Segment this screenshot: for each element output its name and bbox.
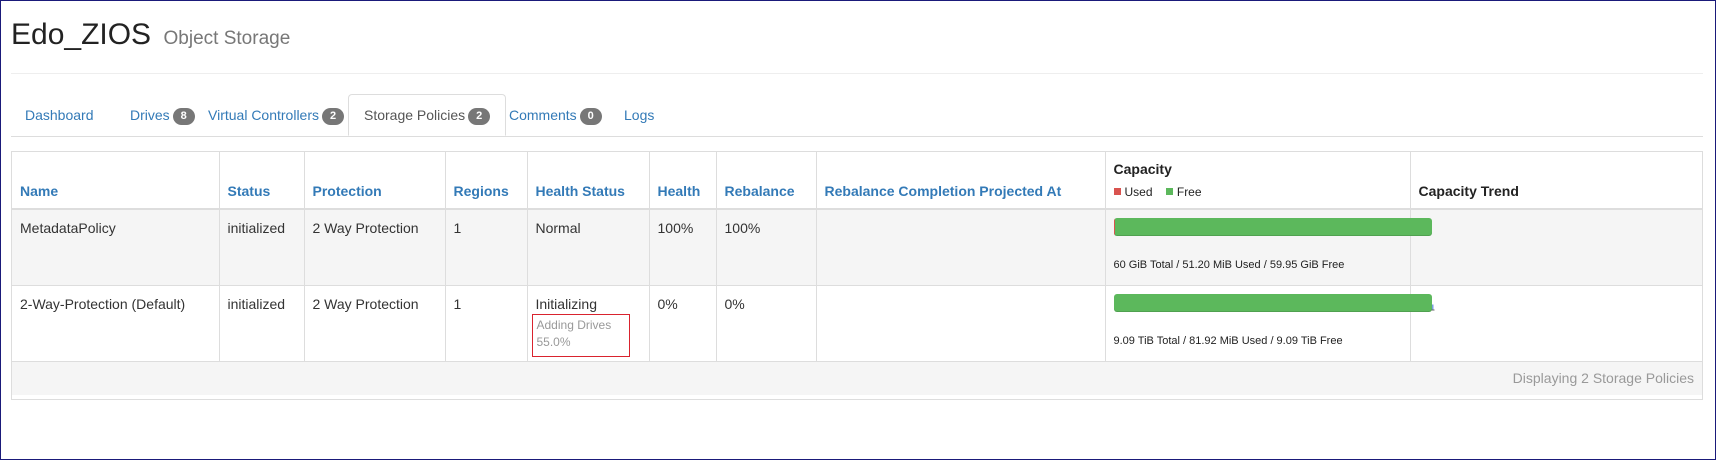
cell-protection: 2 Way Protection [304, 285, 446, 362]
page-subtitle: Object Storage [163, 28, 291, 49]
column-header-protection[interactable]: Protection [304, 152, 446, 210]
cell-capacity: 60 GiB Total / 51.20 MiB Used / 59.95 Gi… [1105, 209, 1432, 286]
tab-badge: 8 [172, 108, 195, 125]
column-header-health-status[interactable]: Health Status [527, 152, 650, 210]
capacity-text: 60 GiB Total / 51.20 MiB Used / 59.95 Gi… [1113, 259, 1345, 271]
page-title: Edo_ZIOS [11, 18, 152, 51]
column-header-capacity-trend: Capacity Trend [1410, 152, 1702, 210]
cell-health-status: Initializing Adding Drives 55.0% [527, 285, 650, 362]
cell-protection: 2 Way Protection [304, 209, 446, 286]
legend-free-label: Free [1176, 185, 1202, 199]
cell-regions: 1 [445, 209, 528, 286]
cell-status: initialized [219, 209, 305, 286]
column-header-capacity: Capacity Used Free [1105, 152, 1411, 210]
tab-label: Drives [130, 107, 170, 123]
tab-badge: 2 [322, 108, 345, 125]
cell-rebalance: 0% [716, 285, 817, 362]
tab-virtual-controllers[interactable]: Virtual Controllers 2 [208, 94, 345, 136]
tab-label: Virtual Controllers [208, 107, 320, 123]
table-row: MetadataPolicy initialized 2 Way Protect… [12, 209, 1702, 286]
cell-capacity: 9.09 TiB Total / 81.92 MiB Used / 9.09 T… [1105, 285, 1432, 362]
cell-name: MetadataPolicy [12, 209, 220, 286]
capacity-bar [1113, 293, 1432, 312]
legend-used-label: Used [1124, 185, 1153, 199]
tab-comments[interactable]: Comments 0 [509, 94, 602, 136]
health-sub-status-box: Adding Drives 55.0% [531, 313, 630, 357]
cell-rebalance-projected [816, 285, 1106, 362]
tab-badge: 2 [468, 108, 491, 125]
capacity-title: Capacity [1113, 161, 1172, 177]
table-row: 2-Way-Protection (Default) initialized 2… [12, 285, 1702, 362]
page-header: Edo_ZIOS Object Storage [11, 18, 290, 52]
tab-badge: 0 [579, 108, 602, 125]
cell-rebalance: 100% [716, 209, 817, 286]
table-header-row: Name Status Protection Regions Health St… [12, 152, 1702, 210]
tab-storage-policies[interactable]: Storage Policies 2 [348, 94, 507, 136]
cell-health-status: Normal [527, 209, 650, 286]
used-legend-swatch [1113, 188, 1121, 195]
cell-name: 2-Way-Protection (Default) [12, 285, 220, 362]
tab-bar: Dashboard Drives 8 Virtual Controllers 2 S… [11, 94, 1703, 137]
column-header-name[interactable]: Name [12, 152, 220, 210]
health-status-text: Initializing [535, 295, 597, 312]
column-header-regions[interactable]: Regions [445, 152, 528, 210]
capacity-text: 9.09 TiB Total / 81.92 MiB Used / 9.09 T… [1113, 334, 1343, 347]
cell-capacity-trend [1410, 209, 1702, 286]
cell-capacity-trend [1410, 285, 1702, 362]
tab-label: Dashboard [25, 107, 94, 123]
column-header-health[interactable]: Health [649, 152, 717, 210]
health-sub-status-text: Adding Drives [536, 317, 612, 332]
health-sub-status-progress: 55.0% [536, 334, 571, 349]
column-header-status[interactable]: Status [219, 152, 305, 210]
table-footer-row: Displaying 2 Storage Policies [12, 361, 1702, 395]
cell-rebalance-projected [816, 209, 1106, 286]
cell-regions: 1 [445, 285, 528, 362]
cell-status: initialized [219, 285, 305, 362]
capacity-legend: Used Free [1113, 185, 1202, 199]
storage-policies-table: Name Status Protection Regions Health St… [11, 151, 1703, 400]
tab-dashboard[interactable]: Dashboard [25, 94, 94, 136]
cell-health: 0% [649, 285, 717, 362]
tab-logs[interactable]: Logs [624, 94, 654, 136]
cell-health: 100% [649, 209, 717, 286]
column-header-rebalance-projected[interactable]: Rebalance Completion Projected At [816, 152, 1106, 210]
tab-label: Logs [624, 107, 655, 123]
capacity-bar [1113, 218, 1432, 236]
tab-label: Comments [509, 107, 577, 123]
column-header-rebalance[interactable]: Rebalance [716, 152, 817, 210]
tab-label: Storage Policies [364, 107, 466, 123]
table-footer-text: Displaying 2 Storage Policies [12, 361, 1702, 395]
free-legend-swatch [1165, 188, 1173, 195]
tab-drives[interactable]: Drives 8 [130, 94, 195, 136]
header-divider [11, 73, 1703, 74]
health-status-text: Normal [535, 220, 581, 236]
